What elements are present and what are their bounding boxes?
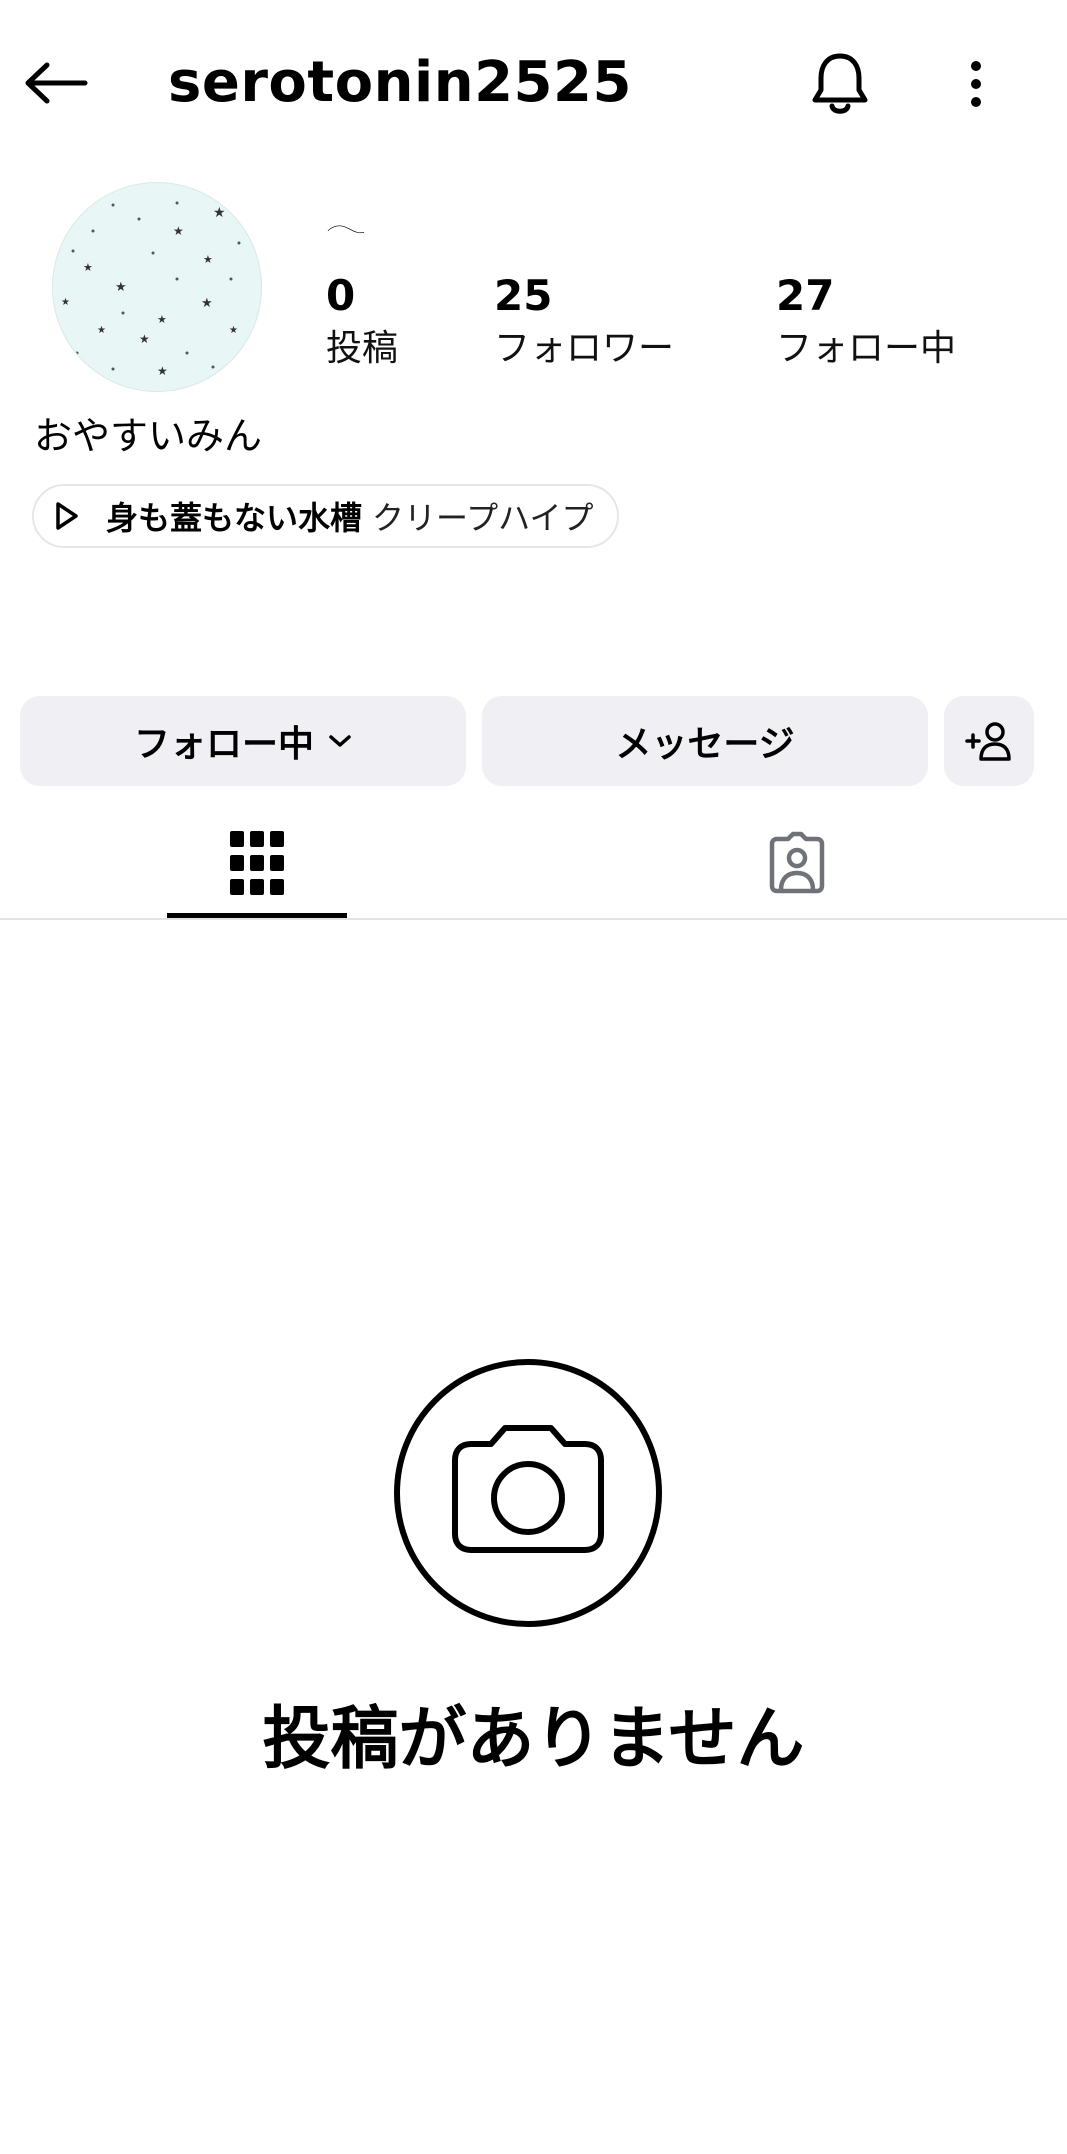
grid-icon — [230, 831, 284, 895]
svg-text:★: ★ — [201, 296, 213, 311]
more-options-button[interactable] — [936, 44, 1016, 124]
avatar[interactable]: ★ ★ ★ ★ ★ ★ ★ ★ ★ ★ ★ ★ — [52, 182, 262, 392]
svg-text:★: ★ — [173, 224, 184, 238]
posts-label: 投稿 — [326, 328, 399, 369]
tab-posts-grid[interactable] — [167, 806, 347, 920]
avatar-stars-pattern: ★ ★ ★ ★ ★ ★ ★ ★ ★ ★ ★ ★ — [61, 201, 241, 378]
bell-icon — [812, 53, 868, 114]
svg-text:★: ★ — [97, 325, 106, 336]
followers-count: 25 — [494, 271, 553, 320]
profile-username: serotonin2525 — [168, 50, 632, 115]
svg-text:★: ★ — [229, 325, 238, 336]
suggested-users-button[interactable] — [944, 696, 1034, 786]
svg-text:★: ★ — [139, 332, 150, 346]
notifications-button[interactable] — [800, 44, 880, 124]
svg-text:★: ★ — [157, 313, 167, 326]
music-song-title: 身も蓋もない水槽 — [106, 499, 363, 537]
tab-tagged[interactable] — [707, 806, 887, 920]
following-count: 27 — [776, 271, 835, 320]
svg-text:★: ★ — [61, 297, 70, 308]
following-button-label: フォロー中 — [133, 724, 314, 765]
profile-music-pill[interactable]: 身も蓋もない水槽 クリープハイプ — [32, 484, 620, 548]
svg-text:★: ★ — [83, 261, 93, 274]
play-icon — [54, 499, 84, 533]
svg-text:★: ★ — [115, 280, 127, 295]
display-name: 𓂃 — [326, 200, 366, 240]
tagged-person-icon — [769, 831, 825, 894]
arrow-left-icon — [25, 62, 88, 104]
message-button[interactable]: メッセージ — [482, 696, 928, 786]
add-user-icon — [965, 722, 1011, 761]
profile-bio: おやすいみん — [34, 414, 263, 458]
music-artist: クリープハイプ — [372, 499, 594, 537]
svg-text:★: ★ — [157, 364, 168, 378]
posts-count: 0 — [326, 271, 356, 320]
chevron-down-icon — [328, 733, 352, 749]
message-button-label: メッセージ — [615, 724, 795, 765]
following-label: フォロー中 — [776, 328, 957, 369]
tabs-divider — [0, 918, 1067, 920]
empty-state-text: 投稿がありません — [262, 1700, 805, 1779]
following-stat[interactable]: 27 フォロー中 — [776, 268, 1016, 378]
more-vertical-icon — [971, 61, 981, 107]
following-dropdown-button[interactable]: フォロー中 — [20, 696, 466, 786]
svg-text:★: ★ — [203, 253, 213, 266]
back-button[interactable] — [16, 48, 96, 118]
followers-label: フォロワー — [494, 328, 675, 369]
camera-icon — [393, 1358, 663, 1628]
posts-stat[interactable]: 0 投稿 — [326, 268, 466, 378]
followers-stat[interactable]: 25 フォロワー — [494, 268, 734, 378]
svg-text:★: ★ — [213, 205, 226, 221]
